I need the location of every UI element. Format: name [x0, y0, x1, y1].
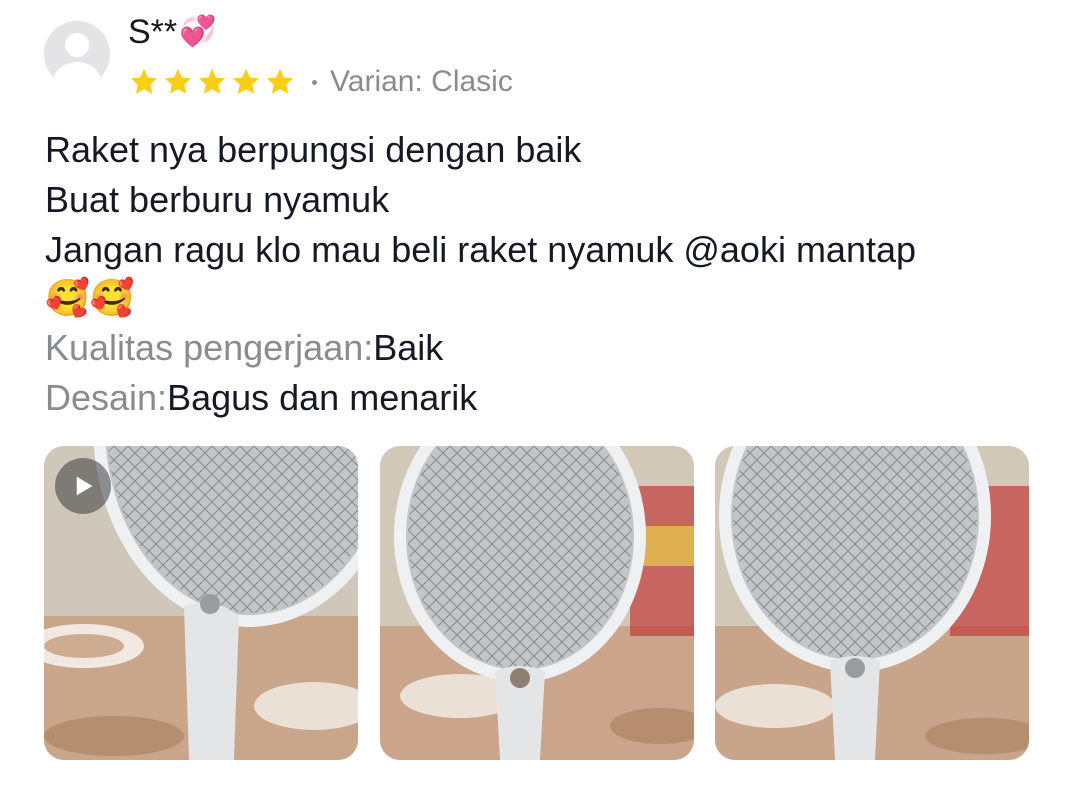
review-text-line: Raket nya berpungsi dengan baik [45, 129, 582, 170]
avatar[interactable] [44, 21, 110, 87]
star-rating [128, 66, 296, 98]
review-emoji-line: 🥰🥰 [45, 278, 135, 319]
attribute-key: Kualitas pengerjaan: [45, 327, 374, 368]
media-thumbnail-video[interactable] [44, 446, 358, 760]
attribute-quality: Kualitas pengerjaan:Baik [45, 323, 1045, 373]
racket-photo [715, 446, 1029, 760]
reviewer-name[interactable]: S** 💞 [128, 10, 217, 54]
star-icon [128, 66, 160, 98]
play-button[interactable] [55, 458, 111, 514]
review-card: S** 💞 Varian: Clasic Raket nya berpungsi… [0, 0, 1080, 794]
review-text-line: Jangan ragu klo mau beli raket nyamuk @a… [45, 229, 917, 270]
media-thumbnail-image[interactable] [715, 446, 1029, 760]
review-body: Raket nya berpungsi dengan baik Buat ber… [45, 125, 1045, 423]
star-icon [264, 66, 296, 98]
username-emoji: 💞 [179, 14, 217, 49]
media-thumbnail-image[interactable] [380, 446, 694, 760]
racket-photo [380, 446, 694, 760]
review-meta: Varian: Clasic [128, 60, 513, 104]
star-icon [196, 66, 228, 98]
variant-label: Varian: Clasic [330, 65, 513, 98]
attribute-value: Baik [373, 327, 444, 368]
attribute-value: Bagus dan menarik [167, 377, 478, 418]
star-icon [230, 66, 262, 98]
star-icon [162, 66, 194, 98]
attribute-key: Desain: [45, 377, 168, 418]
separator-dot [312, 79, 317, 85]
avatar-shoulders [53, 62, 101, 87]
avatar-head [65, 33, 89, 57]
username-text: S** [128, 13, 178, 51]
attribute-design: Desain:Bagus dan menarik [45, 373, 1045, 423]
review-text-line: Buat berburu nyamuk [45, 179, 390, 220]
play-icon [76, 476, 93, 496]
